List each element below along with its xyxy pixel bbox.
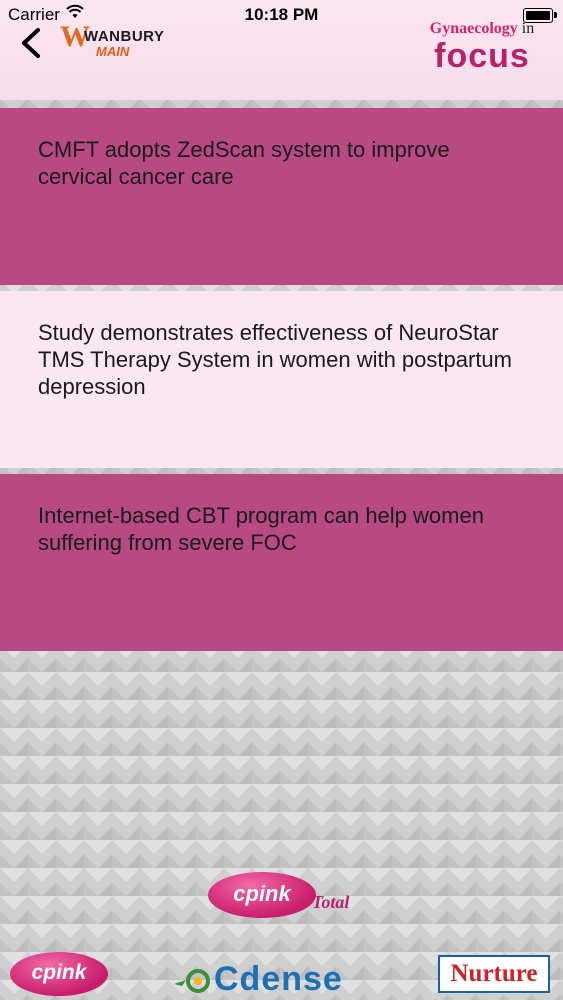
logo-line2: focus: [434, 37, 530, 75]
cdense-text: Cdense: [214, 960, 343, 998]
status-bar: Carrier 10:18 PM: [0, 0, 563, 28]
gynaecology-in-focus-logo: Gynaecology in focus: [427, 20, 537, 80]
cpink-total-logo[interactable]: cpink Total: [208, 866, 368, 926]
back-button[interactable]: [16, 26, 46, 60]
wanbury-sub: MAIN: [96, 44, 130, 59]
status-time: 10:18 PM: [244, 5, 319, 24]
article-row[interactable]: Study demonstrates effectiveness of Neur…: [0, 291, 563, 468]
wanbury-name: WANBURY: [84, 28, 165, 45]
article-title: Internet-based CBT program can help wome…: [38, 503, 484, 555]
wanbury-logo: W WANBURY MAIN: [60, 22, 180, 68]
article-list: CMFT adopts ZedScan system to improve ce…: [0, 108, 563, 651]
cpink-total-pill: cpink: [208, 872, 316, 918]
cdense-swoosh-icon: [174, 969, 210, 993]
article-title: CMFT adopts ZedScan system to improve ce…: [38, 137, 450, 189]
nurture-logo[interactable]: Nurture: [438, 955, 550, 993]
cdense-logo[interactable]: Cdense: [172, 960, 372, 1000]
article-row[interactable]: CMFT adopts ZedScan system to improve ce…: [0, 108, 563, 285]
cpink-logo[interactable]: cpink: [10, 952, 108, 996]
article-title: Study demonstrates effectiveness of Neur…: [38, 320, 512, 399]
battery-icon: [523, 8, 557, 23]
article-row[interactable]: Internet-based CBT program can help wome…: [0, 474, 563, 651]
chevron-left-icon: [22, 28, 40, 58]
battery-level: [526, 11, 550, 20]
cpink-total-suffix: Total: [312, 892, 350, 912]
